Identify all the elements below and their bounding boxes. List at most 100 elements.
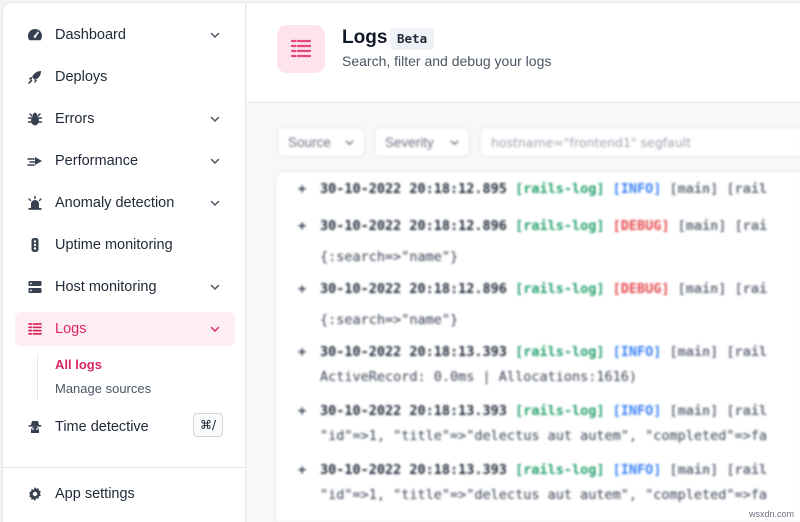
main-content: Logs Beta Search, filter and debug your … — [247, 2, 800, 522]
traffic-light-icon — [27, 237, 43, 253]
log-row[interactable]: + 30-10-2022 20:18:12.896 [rails-log] [D… — [276, 218, 800, 240]
search-input[interactable]: hostname="frontend1" segfault — [480, 127, 800, 157]
beta-badge: Beta — [390, 28, 435, 50]
sidebar-item-label: App settings — [55, 486, 135, 502]
sidebar-item-dashboard[interactable]: Dashboard — [15, 18, 235, 52]
server-icon — [27, 279, 43, 295]
bug-icon — [27, 111, 43, 127]
chevron-down-icon — [210, 326, 220, 333]
sidebar-item-label: Anomaly detection — [55, 195, 175, 211]
log-level: [INFO] — [612, 403, 662, 419]
log-timestamp: 30-10-2022 20:18:13.393 — [320, 403, 507, 419]
detective-icon — [27, 419, 43, 435]
log-timestamp: 30-10-2022 20:18:12.895 — [320, 181, 507, 197]
log-thread: [main] [rail — [669, 181, 768, 197]
sidebar-item-performance[interactable]: Performance — [15, 144, 235, 178]
log-thread: [main] [rai — [677, 281, 768, 297]
log-list: + 30-10-2022 20:18:12.895 [rails-log] [I… — [275, 171, 800, 522]
log-row[interactable]: + 30-10-2022 20:18:13.393 [rails-log] [I… — [276, 462, 800, 484]
chevron-down-icon — [210, 32, 220, 39]
sidebar-item-label: Errors — [55, 111, 95, 127]
chevron-down-icon — [210, 284, 220, 291]
sidebar-item-label: Logs — [55, 321, 87, 337]
sidebar: Dashboard Deploys Errors Performance Ano… — [2, 2, 246, 522]
log-level: [INFO] — [612, 181, 662, 197]
log-source: [rails-log] — [515, 218, 605, 234]
sidebar-item-host-monitoring[interactable]: Host monitoring — [15, 270, 235, 304]
submenu-item-all-logs[interactable]: All logs — [55, 357, 102, 372]
chevron-down-icon — [210, 200, 220, 207]
log-thread: [main] [rail — [669, 344, 768, 360]
sidebar-item-deploys[interactable]: Deploys — [15, 60, 235, 94]
log-continuation: {:search=>"name"} — [320, 249, 459, 265]
expand-icon[interactable]: + — [298, 462, 306, 478]
log-row[interactable]: + 30-10-2022 20:18:13.393 [rails-log] [I… — [276, 344, 800, 366]
log-continuation: ActiveRecord: 0.0ms | Allocations:1616) — [320, 369, 637, 385]
sidebar-item-label: Performance — [55, 153, 139, 169]
search-placeholder: hostname="frontend1" segfault — [491, 134, 692, 150]
log-row[interactable]: + 30-10-2022 20:18:12.895 [rails-log] [I… — [276, 181, 800, 203]
chevron-down-icon — [450, 140, 459, 146]
sidebar-item-label: Time detective — [55, 419, 149, 435]
expand-icon[interactable]: + — [298, 403, 306, 419]
gear-icon — [27, 486, 43, 502]
watermark: wsxdn.com — [748, 509, 794, 519]
page-header: Logs Beta Search, filter and debug your … — [247, 3, 800, 103]
log-continuation: {:search=>"name"} — [320, 312, 459, 328]
sidebar-item-label: Host monitoring — [55, 279, 157, 295]
expand-icon[interactable]: + — [298, 344, 306, 360]
sidebar-item-label: Uptime monitoring — [55, 237, 173, 253]
source-filter[interactable]: Source — [277, 127, 365, 157]
severity-filter[interactable]: Severity — [374, 127, 470, 157]
expand-icon[interactable]: + — [298, 181, 306, 197]
chevron-down-icon — [210, 158, 220, 165]
submenu-item-manage-sources[interactable]: Manage sources — [55, 381, 151, 396]
sidebar-item-label: Deploys — [55, 69, 108, 85]
log-thread: [main] [rai — [677, 218, 768, 234]
gauge-icon — [27, 27, 43, 43]
log-level: [INFO] — [612, 462, 662, 478]
expand-icon[interactable]: + — [298, 218, 306, 234]
log-level: [DEBUG] — [612, 218, 670, 234]
chevron-down-icon — [345, 140, 354, 146]
log-row[interactable]: + 30-10-2022 20:18:13.393 [rails-log] [I… — [276, 403, 800, 425]
log-row[interactable]: + 30-10-2022 20:18:12.896 [rails-log] [D… — [276, 281, 800, 303]
submenu-divider — [37, 354, 38, 400]
log-source: [rails-log] — [515, 344, 605, 360]
log-thread: [main] [rail — [669, 462, 768, 478]
log-source: [rails-log] — [515, 403, 605, 419]
sidebar-item-logs[interactable]: Logs — [15, 312, 235, 346]
log-source: [rails-log] — [515, 181, 605, 197]
log-timestamp: 30-10-2022 20:18:12.896 — [320, 218, 507, 234]
log-level: [INFO] — [612, 344, 662, 360]
sidebar-item-anomaly-detection[interactable]: Anomaly detection — [15, 186, 235, 220]
logs-icon — [277, 25, 325, 73]
logs-icon — [27, 321, 43, 337]
log-source: [rails-log] — [515, 462, 605, 478]
expand-icon[interactable]: + — [298, 281, 306, 297]
page-title: Logs — [342, 27, 388, 48]
sidebar-item-uptime-monitoring[interactable]: Uptime monitoring — [15, 228, 235, 262]
severity-filter-label: Severity — [385, 134, 434, 150]
sidebar-item-label: Dashboard — [55, 27, 126, 43]
rocket-icon — [27, 69, 43, 85]
log-thread: [main] [rail — [669, 403, 768, 419]
sidebar-item-app-settings[interactable]: App settings — [15, 477, 235, 511]
app-window: Dashboard Deploys Errors Performance Ano… — [0, 0, 800, 522]
log-level: [DEBUG] — [612, 281, 670, 297]
alarm-icon — [27, 195, 43, 211]
sidebar-item-errors[interactable]: Errors — [15, 102, 235, 136]
log-timestamp: 30-10-2022 20:18:13.393 — [320, 462, 507, 478]
log-source: [rails-log] — [515, 281, 605, 297]
sidebar-item-time-detective[interactable]: Time detective ⌘/ — [15, 410, 235, 444]
source-filter-label: Source — [288, 134, 331, 150]
keyboard-shortcut: ⌘/ — [193, 413, 223, 437]
sidebar-divider — [3, 467, 246, 468]
log-continuation: "id"=>1, "title"=>"delectus aut autem", … — [320, 428, 768, 444]
log-timestamp: 30-10-2022 20:18:13.393 — [320, 344, 507, 360]
log-timestamp: 30-10-2022 20:18:12.896 — [320, 281, 507, 297]
chevron-down-icon — [210, 116, 220, 123]
log-continuation: "id"=>1, "title"=>"delectus aut autem", … — [320, 487, 768, 503]
page-subtitle: Search, filter and debug your logs — [342, 53, 552, 69]
performance-icon — [27, 153, 43, 169]
